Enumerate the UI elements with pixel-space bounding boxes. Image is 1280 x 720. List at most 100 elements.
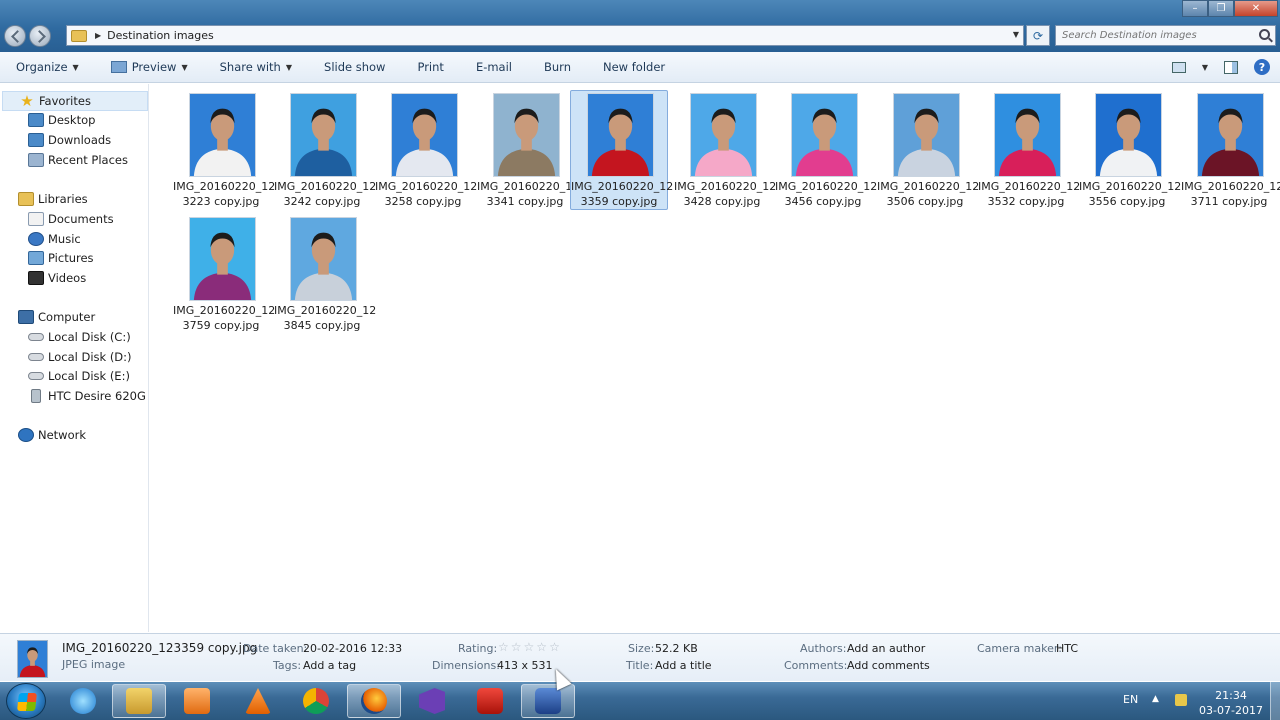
file-item[interactable]: IMG_20160220_12 3258 copy.jpg [374, 90, 477, 210]
start-button[interactable] [6, 683, 46, 719]
file-name[interactable]: IMG_20160220_12 3711 copy.jpg [1181, 180, 1280, 209]
new-folder-button[interactable]: New folder [587, 60, 681, 74]
clock[interactable]: 21:34 03-07-2017 [1196, 688, 1266, 718]
action-center-icon[interactable] [1175, 694, 1187, 706]
breadcrumb-arrow-icon[interactable]: ▶ [95, 31, 101, 40]
comments-value[interactable]: Add comments [847, 659, 930, 672]
address-bar[interactable]: ▶ Destination images ▼ [66, 25, 1024, 46]
image-thumbnail[interactable] [189, 93, 256, 177]
image-thumbnail[interactable] [587, 93, 654, 177]
file-item[interactable]: IMG_20160220_12 3532 copy.jpg [977, 90, 1080, 210]
authors-value[interactable]: Add an author [847, 642, 925, 655]
file-name[interactable]: IMG_20160220_12 3556 copy.jpg [1079, 180, 1181, 209]
file-name[interactable]: IMG_20160220_12 3532 copy.jpg [978, 180, 1080, 209]
file-item[interactable]: IMG_20160220_12 3359 copy.jpg [570, 90, 673, 210]
nav-documents[interactable]: Documents [28, 209, 114, 229]
image-thumbnail[interactable] [1095, 93, 1162, 177]
file-name[interactable]: IMG_20160220_12 3428 copy.jpg [674, 180, 776, 209]
back-button[interactable] [4, 25, 26, 47]
taskbar-button[interactable] [170, 684, 224, 718]
file-name[interactable]: IMG_20160220_12 3223 copy.jpg [173, 180, 275, 209]
nav-disk-c[interactable]: Local Disk (C:) [28, 327, 131, 347]
image-thumbnail[interactable] [994, 93, 1061, 177]
taskbar-button[interactable] [521, 684, 575, 718]
image-thumbnail[interactable] [1197, 93, 1264, 177]
image-thumbnail[interactable] [791, 93, 858, 177]
image-thumbnail[interactable] [391, 93, 458, 177]
taskbar-button[interactable] [289, 684, 343, 718]
maximize-button[interactable]: ❐ [1208, 0, 1234, 17]
taskbar-button[interactable] [56, 684, 110, 718]
taskbar-button[interactable] [405, 684, 459, 718]
slide-show-button[interactable]: Slide show [308, 60, 401, 74]
search-box[interactable] [1055, 25, 1276, 46]
nav-recent-places[interactable]: Recent Places [28, 150, 128, 170]
file-item[interactable]: IMG_20160220_12 3456 copy.jpg [774, 90, 877, 210]
nav-music[interactable]: Music [28, 229, 81, 249]
preview-button[interactable]: Preview ▼ [95, 60, 204, 74]
file-item[interactable]: IMG_20160220_12 3845 copy.jpg [273, 214, 376, 334]
file-name[interactable]: IMG_20160220_12 3341 copy.jpg [477, 180, 579, 209]
image-thumbnail[interactable] [690, 93, 757, 177]
nav-videos[interactable]: Videos [28, 268, 86, 288]
file-name[interactable]: IMG_20160220_12 3258 copy.jpg [375, 180, 477, 209]
language-indicator[interactable]: EN [1123, 693, 1138, 706]
close-button[interactable]: ✕ [1234, 0, 1278, 17]
taskbar-button[interactable] [112, 684, 166, 718]
chevron-down-icon[interactable]: ▼ [1202, 63, 1208, 72]
refresh-button[interactable]: ⟳ [1026, 25, 1050, 46]
email-button[interactable]: E-mail [460, 60, 528, 74]
forward-button[interactable] [29, 25, 51, 47]
nav-disk-e[interactable]: Local Disk (E:) [28, 366, 130, 386]
search-input[interactable] [1062, 30, 1252, 41]
taskbar-button[interactable] [231, 684, 285, 718]
minimize-button[interactable]: – [1182, 0, 1208, 17]
help-icon[interactable]: ? [1254, 59, 1270, 75]
file-item[interactable]: IMG_20160220_12 3242 copy.jpg [273, 90, 376, 210]
tray-expand-icon[interactable]: ▲ [1152, 694, 1159, 704]
file-item[interactable]: IMG_20160220_12 3506 copy.jpg [876, 90, 979, 210]
file-name[interactable]: IMG_20160220_12 3242 copy.jpg [274, 180, 376, 209]
file-name[interactable]: IMG_20160220_12 3456 copy.jpg [775, 180, 877, 209]
star-icon[interactable]: ☆ [511, 640, 522, 654]
file-item[interactable]: IMG_20160220_12 3711 copy.jpg [1180, 90, 1280, 210]
file-item[interactable]: IMG_20160220_12 3341 copy.jpg [476, 90, 579, 210]
tags-value[interactable]: Add a tag [303, 659, 356, 672]
nav-libraries[interactable]: Libraries [18, 189, 88, 209]
title-value[interactable]: Add a title [655, 659, 712, 672]
nav-desktop[interactable]: Desktop [28, 110, 95, 130]
file-name[interactable]: IMG_20160220_12 3759 copy.jpg [173, 304, 275, 333]
show-desktop-button[interactable] [1270, 682, 1280, 720]
image-thumbnail[interactable] [290, 93, 357, 177]
image-thumbnail[interactable] [493, 93, 560, 177]
search-icon[interactable] [1259, 29, 1270, 40]
star-icon[interactable]: ☆ [498, 640, 509, 654]
image-thumbnail[interactable] [189, 217, 256, 301]
nav-network[interactable]: Network [18, 425, 86, 445]
taskbar-button[interactable] [463, 684, 517, 718]
file-item[interactable]: IMG_20160220_12 3556 copy.jpg [1078, 90, 1181, 210]
organize-button[interactable]: Organize ▼ [0, 60, 95, 74]
file-name[interactable]: IMG_20160220_12 3845 copy.jpg [274, 304, 376, 333]
nav-phone[interactable]: HTC Desire 620G du [28, 386, 164, 406]
chevron-down-icon[interactable]: ▼ [1013, 30, 1019, 39]
nav-favorites[interactable]: ★ Favorites [2, 91, 148, 111]
preview-pane-icon[interactable] [1224, 60, 1238, 74]
star-icon[interactable]: ☆ [524, 640, 535, 654]
taskbar-button[interactable] [347, 684, 401, 718]
nav-downloads[interactable]: Downloads [28, 130, 111, 150]
burn-button[interactable]: Burn [528, 60, 587, 74]
nav-disk-d[interactable]: Local Disk (D:) [28, 347, 132, 367]
file-name[interactable]: IMG_20160220_12 3506 copy.jpg [877, 180, 979, 209]
change-view-icon[interactable] [1171, 61, 1186, 73]
nav-computer[interactable]: Computer [18, 307, 95, 327]
file-item[interactable]: IMG_20160220_12 3223 copy.jpg [172, 90, 275, 210]
file-item[interactable]: IMG_20160220_12 3428 copy.jpg [673, 90, 776, 210]
star-icon[interactable]: ☆ [549, 640, 560, 654]
date-taken-value[interactable]: 20-02-2016 12:33 [303, 642, 402, 655]
file-name[interactable]: IMG_20160220_12 3359 copy.jpg [571, 180, 673, 209]
file-item[interactable]: IMG_20160220_12 3759 copy.jpg [172, 214, 275, 334]
print-button[interactable]: Print [401, 60, 459, 74]
share-with-button[interactable]: Share with ▼ [204, 60, 308, 74]
image-thumbnail[interactable] [893, 93, 960, 177]
